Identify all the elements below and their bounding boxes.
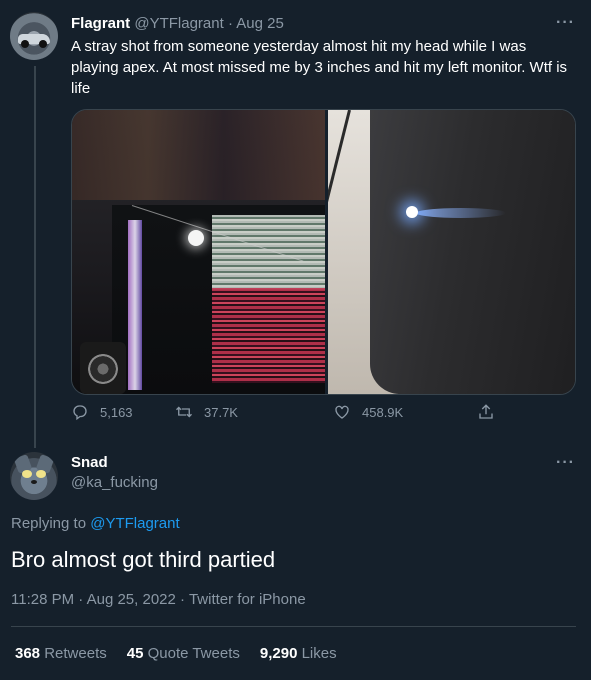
tweet-text: A stray shot from someone yesterday almo… [71, 38, 568, 97]
reply-count: 5,163 [100, 404, 133, 420]
tweet-full-date[interactable]: Aug 25, 2022 [87, 591, 176, 608]
replying-to-link[interactable]: @YTFlagrant [90, 515, 179, 532]
display-name[interactable]: Flagrant [71, 15, 130, 32]
tweet-source[interactable]: Twitter for iPhone [189, 591, 306, 608]
more-horizontal-icon[interactable]: ··· [556, 454, 575, 472]
likes-label: Likes [301, 645, 337, 662]
divider [11, 626, 576, 627]
quote-label: Quote Tweets [147, 645, 240, 662]
tweet-stats: 368 Retweets 45 Quote Tweets 9,290 Likes [15, 645, 337, 662]
share-button[interactable] [477, 403, 506, 421]
tweet-metadata: 11:28 PM · Aug 25, 2022 · Twitter for iP… [11, 591, 306, 608]
like-count: 458.9K [362, 404, 404, 420]
share-icon [479, 404, 493, 419]
like-button[interactable]: 458.9K [333, 403, 403, 421]
tweet-media[interactable] [71, 109, 576, 395]
replying-to: Replying to @YTFlagrant [11, 515, 180, 532]
retweets-label: Retweets [44, 645, 107, 662]
like-icon [335, 405, 349, 419]
retweet-button[interactable]: 37.7K [175, 403, 238, 421]
retweet-icon [176, 406, 192, 418]
quote-tweets-stat[interactable]: 45 Quote Tweets [127, 645, 240, 662]
thread-connector-line [34, 66, 36, 448]
quote-count: 45 [126, 645, 144, 662]
likes-count: 9,290 [259, 645, 298, 662]
display-name[interactable]: Snad [71, 454, 108, 471]
handle[interactable]: @YTFlagrant [134, 15, 223, 32]
retweet-count: 37.7K [204, 404, 238, 420]
photo-monitor-bullet-hole[interactable] [328, 110, 575, 394]
tweet-time[interactable]: 11:28 PM [11, 591, 74, 608]
avatar-snad[interactable] [10, 452, 58, 500]
reply-button[interactable]: 5,163 [71, 403, 133, 421]
more-horizontal-icon[interactable]: ··· [556, 14, 575, 32]
tweet-actions: 5,163 37.7K 458.9K [71, 403, 501, 427]
separator: · [227, 15, 233, 32]
tweet-date[interactable]: Aug 25 [236, 15, 284, 32]
separator: · [78, 591, 84, 608]
retweets-stat[interactable]: 368 Retweets [15, 645, 107, 662]
retweets-count: 368 [15, 645, 41, 662]
avatar-flagrant[interactable] [10, 12, 58, 60]
reply-text: Bro almost got third partied [11, 547, 276, 572]
photo-cracked-monitor[interactable] [72, 110, 325, 394]
likes-stat[interactable]: 9,290 Likes [260, 645, 337, 662]
handle[interactable]: @ka_fucking [71, 474, 158, 491]
separator: · [180, 591, 186, 608]
reply-icon [73, 405, 87, 421]
replying-prefix: Replying to [11, 515, 87, 532]
original-tweet-header: Flagrant @YTFlagrant · Aug 25 [71, 14, 284, 34]
